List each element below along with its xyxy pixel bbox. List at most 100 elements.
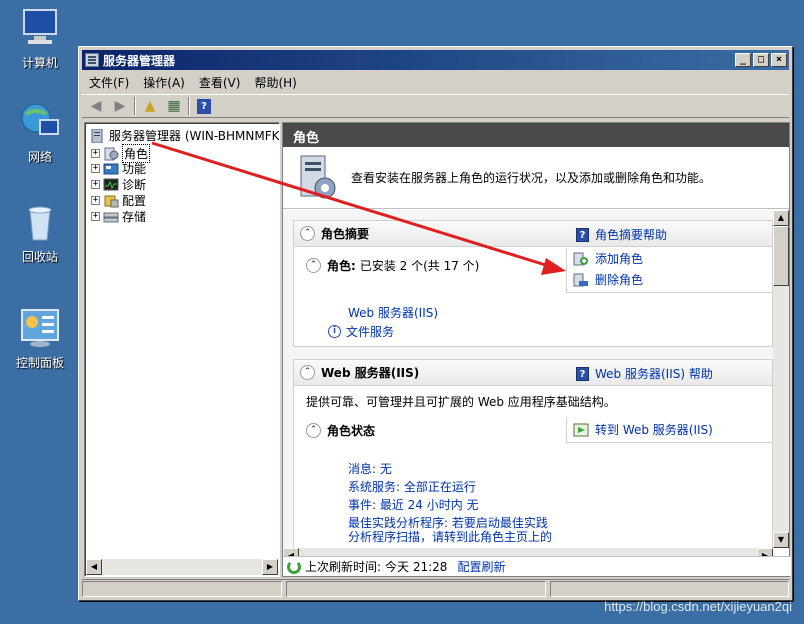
tree-root-label: 服务器管理器 (WIN-BHMNMFK33J [109,129,279,143]
server-manager-icon [89,128,105,143]
role-link-label: Web 服务器(IIS) [348,306,439,320]
scroll-thumb[interactable] [773,226,789,286]
roles-label: 角色: [327,259,356,273]
roles-icon [103,147,119,161]
expand-toggle[interactable]: + [91,149,100,158]
up-folder-icon[interactable]: ▲ [140,97,160,115]
role-status-label: 角色状态 [327,424,376,438]
desktop-icon-computer[interactable]: 计算机 [4,6,76,71]
remove-roles-label: 删除角色 [595,273,644,287]
details-vertical-scrollbar[interactable]: ▲ ▼ [773,210,789,548]
recycle-bin-icon [18,200,62,244]
tree-item-storage[interactable]: + 存储 [91,208,146,225]
goto-web-server-link[interactable]: 转到 Web 服务器(IIS) [567,419,772,440]
configure-refresh-link[interactable]: 配置刷新 [457,558,505,575]
roles-icon [297,154,337,202]
computer-icon [18,6,62,50]
desktop-icon-label: 控制面板 [15,356,64,370]
help-link-label: 角色摘要帮助 [595,228,668,242]
maximize-button[interactable]: □ [753,53,769,67]
collapse-icon[interactable]: ⌃ [300,226,315,241]
tree-item-features[interactable]: + 功能 [91,160,146,177]
tree-horizontal-scrollbar[interactable]: ◀ ▶ [86,559,278,575]
add-roles-link[interactable]: 添加角色 [567,248,772,269]
show-hide-tree-icon[interactable]: ▦ [164,97,184,115]
goto-icon [573,423,589,437]
network-icon [18,100,62,144]
window-title: 服务器管理器 [103,53,176,68]
watermark-text: https://blog.csdn.net/xijieyuan2qi [604,599,792,614]
tree-item-diagnostics[interactable]: + 诊断 [91,176,146,193]
last-refresh-time: 今天 21:28 [385,560,448,574]
goto-label: 转到 Web 服务器(IIS) [595,423,713,437]
expand-toggle[interactable]: + [91,164,100,173]
storage-icon [103,210,119,224]
desktop-icon-control-panel[interactable]: 控制面板 [4,306,76,371]
menu-view[interactable]: 查看(V) [192,74,248,91]
scroll-down-icon[interactable]: ▼ [773,532,789,548]
expand-toggle[interactable]: + [91,180,100,189]
role-link-file-services[interactable]: i 文件服务 [328,323,394,340]
intro-text: 查看安装在服务器上角色的运行状况，以及添加或删除角色和功能。 [351,171,712,185]
section-header: ⌃ Web 服务器(IIS) ? Web 服务器(IIS) 帮助 [294,360,772,386]
menu-action[interactable]: 操作(A) [136,74,192,91]
refresh-icon[interactable] [287,559,301,574]
diagnostics-icon [103,178,119,192]
tree-item-label: 配置 [122,194,147,208]
configuration-icon [103,194,119,208]
scroll-right-icon[interactable]: ▶ [262,559,278,575]
help-icon[interactable]: ? [194,97,214,115]
expand-toggle[interactable]: + [91,212,100,221]
scroll-left-icon[interactable]: ◀ [86,559,102,575]
remove-roles-link[interactable]: 删除角色 [567,269,772,290]
add-roles-icon [573,252,589,266]
collapse-icon[interactable]: ⌃ [300,365,315,380]
desktop-icon-recycle-bin[interactable]: 回收站 [4,200,76,265]
navigation-tree: 服务器管理器 (WIN-BHMNMFK33J + 角色 + 功能 + 诊断 + … [84,122,280,577]
collapse-icon[interactable]: ⌃ [306,258,321,273]
status-messages: 消息: 无 [348,462,392,476]
control-panel-icon [18,306,62,350]
web-server-section: ⌃ Web 服务器(IIS) ? Web 服务器(IIS) 帮助 提供可靠、可管… [293,359,773,548]
help-icon: ? [576,366,589,381]
status-services: 系统服务: 全部正在运行 [348,480,476,494]
expand-toggle[interactable]: + [91,196,100,205]
tree-item-label: 功能 [122,162,147,176]
close-button[interactable]: × [771,53,787,67]
web-server-description: 提供可靠、可管理并且可扩展的 Web 应用程序基础结构。 [306,395,616,409]
collapse-icon[interactable]: ⌃ [306,423,321,438]
title-bar[interactable]: 服务器管理器 _ □ × [82,50,789,70]
roles-subheader: ⌃ 角色: 已安装 2 个(共 17 个) [306,257,479,274]
help-icon: ? [576,227,589,242]
info-icon: i [328,325,341,338]
forward-arrow-icon[interactable]: ▶ [110,97,130,115]
tree-item-configuration[interactable]: + 配置 [91,192,146,209]
status-events[interactable]: 事件: 最近 24 小时内 无 [348,496,479,513]
menu-file[interactable]: 文件(F) [82,74,136,91]
role-link-web-server[interactable]: Web 服务器(IIS) [348,304,438,321]
toolbar: ◀ ▶ ▲ ▦ ? [82,94,789,118]
minimize-button[interactable]: _ [735,53,751,67]
scroll-up-icon[interactable]: ▲ [773,210,789,226]
tree-item-label: 存储 [122,210,147,224]
roles-count: 已安装 2 个(共 17 个) [359,259,480,273]
intro-banner: 查看安装在服务器上角色的运行状况，以及添加或删除角色和功能。 [283,147,789,209]
window-status-bar [82,579,789,597]
menu-bar: 文件(F) 操作(A) 查看(V) 帮助(H) [82,72,789,92]
back-arrow-icon[interactable]: ◀ [86,97,106,115]
role-summary-help-link[interactable]: ? 角色摘要帮助 [576,226,667,243]
desktop-icon-label: 回收站 [21,250,58,264]
remove-roles-icon [573,273,589,287]
section-header: ⌃ 角色摘要 ? 角色摘要帮助 [294,221,772,247]
refresh-status-bar: 上次刷新时间: 今天 21:28 配置刷新 [283,556,791,576]
status-bpa-line-2[interactable]: 分析程序扫描，请转到此角色主页上的 [348,528,552,545]
features-icon [103,162,119,176]
details-pane: 角色 查看安装在服务器上角色的运行状况，以及添加或删除角色和功能。 ⌃ 角色摘要… [282,122,791,577]
menu-help[interactable]: 帮助(H) [247,74,303,91]
web-server-help-link[interactable]: ? Web 服务器(IIS) 帮助 [576,365,713,382]
add-roles-label: 添加角色 [595,252,644,266]
desktop-icon-network[interactable]: 网络 [4,100,76,165]
toolbar-separator [134,97,136,115]
desktop-icon-label: 计算机 [21,56,58,70]
tree-root[interactable]: 服务器管理器 (WIN-BHMNMFK33J [89,127,279,144]
